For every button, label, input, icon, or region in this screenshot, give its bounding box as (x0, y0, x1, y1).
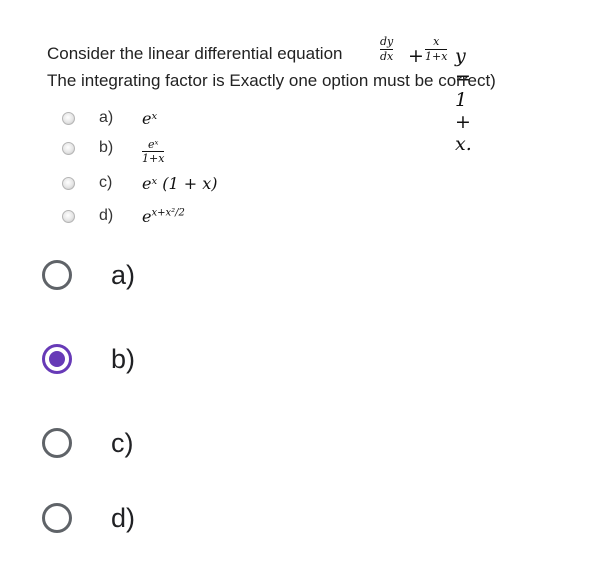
image-radio-icon (62, 176, 75, 190)
one-plus-x-denominator: 1+x (425, 50, 448, 63)
choice-label: a) (111, 259, 136, 290)
image-option-label: b) (99, 139, 114, 156)
x-numerator: x (433, 35, 440, 48)
image-option-b: b) eˣ 1+x (62, 136, 165, 164)
image-option-math: eˣ (142, 108, 158, 128)
image-option-label: a) (99, 109, 114, 126)
question-text-line2: The integrating factor is Exactly one op… (47, 71, 496, 90)
x-over-1plusx-fraction: x 1+x (425, 35, 448, 63)
dx-denominator: dx (380, 50, 394, 63)
choice-b[interactable]: b) (42, 337, 135, 381)
radio-unchecked-icon[interactable] (42, 428, 72, 458)
choice-d[interactable]: d) (42, 496, 135, 540)
choice-label: d) (111, 502, 136, 533)
question-text-line1: Consider the linear differential equatio… (47, 44, 343, 63)
choice-c[interactable]: c) (42, 421, 134, 465)
question-image: Consider the linear differential equatio… (0, 0, 611, 240)
radio-dot (49, 351, 65, 367)
image-option-math: eˣ (1 + x) (142, 173, 218, 193)
image-radio-icon (62, 111, 75, 125)
dy-numerator: dy (380, 35, 394, 48)
image-option-a: a) eˣ (62, 106, 157, 130)
option-b-numerator: eˣ (148, 137, 159, 151)
equation-rhs: y = 1 + x. (455, 45, 472, 155)
image-option-math: eˣ 1+x (142, 133, 165, 165)
radio-unchecked-icon[interactable] (42, 260, 72, 290)
plus-sign: + (408, 45, 424, 67)
choice-label: b) (111, 343, 136, 374)
image-option-c: c) eˣ (1 + x) (62, 171, 218, 195)
image-radio-icon (62, 209, 75, 223)
radio-checked-icon[interactable] (42, 344, 72, 374)
image-option-label: c) (99, 174, 113, 191)
option-d-exponent: x+x²/2 (151, 207, 185, 219)
image-option-label: d) (99, 207, 114, 224)
option-b-denominator: 1+x (142, 151, 165, 165)
dy-dx-fraction: dy dx (380, 35, 394, 63)
image-option-math: ex+x²/2 (142, 207, 185, 226)
choice-label: c) (111, 427, 134, 458)
radio-unchecked-icon[interactable] (42, 503, 72, 533)
choice-a[interactable]: a) (42, 253, 135, 297)
answer-choices: a) b) c) d) (0, 240, 611, 587)
image-option-d: d) ex+x²/2 (62, 204, 185, 228)
image-radio-icon (62, 141, 75, 155)
